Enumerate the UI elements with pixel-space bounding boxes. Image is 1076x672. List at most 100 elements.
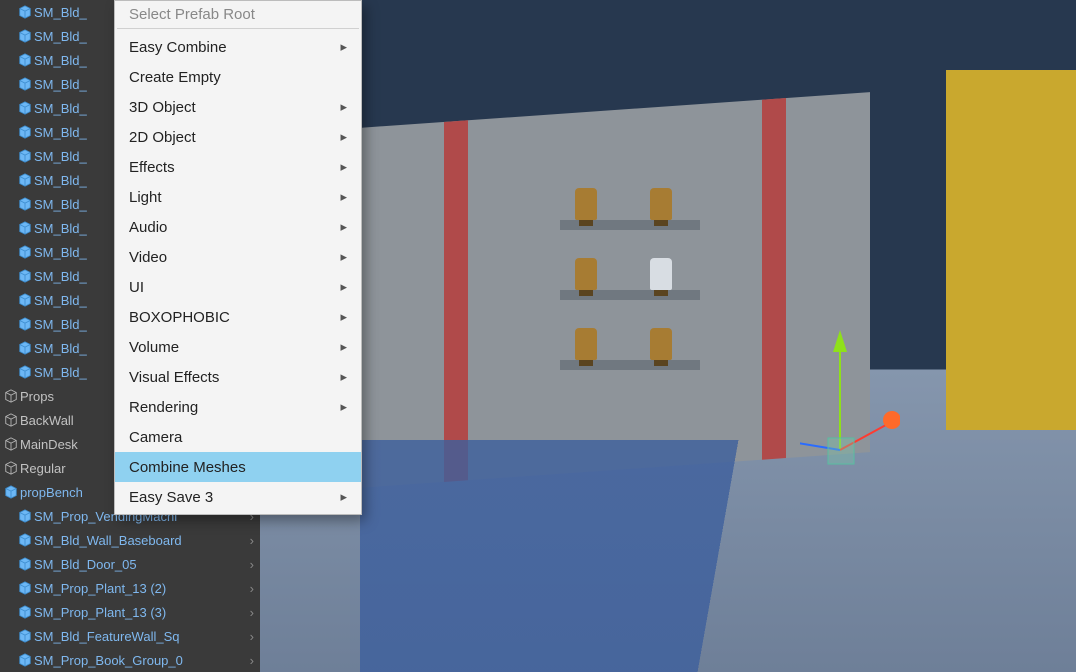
cube-icon — [18, 221, 32, 235]
hierarchy-item-label: SM_Bld_ — [34, 221, 87, 236]
cube-icon — [18, 173, 32, 187]
menu-item[interactable]: Create Empty — [115, 62, 361, 92]
chevron-right-icon: › — [250, 605, 254, 620]
menu-item-label: Create Empty — [129, 69, 221, 86]
menu-item[interactable]: UI ▸ — [115, 272, 361, 302]
menu-item[interactable]: Easy Combine▸ — [115, 32, 361, 62]
hierarchy-item-label: SM_Prop_Plant_13 (2) — [34, 581, 166, 596]
hierarchy-item-label: SM_Bld_FeatureWall_Sq — [34, 629, 179, 644]
cube-icon — [18, 629, 32, 643]
hierarchy-item[interactable]: SM_Prop_Book_Group_0 › — [0, 648, 260, 672]
cube-icon — [18, 269, 32, 283]
hierarchy-item-label: propBench — [20, 485, 83, 500]
hierarchy-item-label: SM_Bld_Wall_Baseboard — [34, 533, 182, 548]
chevron-right-icon: › — [250, 533, 254, 548]
menu-item[interactable]: Light ▸ — [115, 182, 361, 212]
hierarchy-item-label: SM_Bld_ — [34, 293, 87, 308]
wall-stripe — [444, 120, 468, 482]
context-menu[interactable]: Select Prefab Root Easy Combine▸ Create E… — [114, 0, 362, 515]
menu-item[interactable]: Visual Effects▸ — [115, 362, 361, 392]
menu-item-label: UI — [129, 279, 144, 296]
hierarchy-item-label: SM_Bld_ — [34, 173, 87, 188]
hierarchy-item-label: Regular — [20, 461, 66, 476]
menu-item-label: Combine Meshes — [129, 459, 246, 476]
menu-item[interactable]: Audio ▸ — [115, 212, 361, 242]
menu-item[interactable]: Effects▸ — [115, 152, 361, 182]
hierarchy-item-label: Props — [20, 389, 54, 404]
hierarchy-item-label: SM_Bld_ — [34, 53, 87, 68]
cube-icon — [18, 341, 32, 355]
menu-item-truncated[interactable]: Select Prefab Root — [115, 3, 361, 25]
hierarchy-item-label: SM_Bld_ — [34, 77, 87, 92]
menu-item[interactable]: 3D Object ▸ — [115, 92, 361, 122]
menu-separator — [117, 28, 359, 29]
menu-item-label: Camera — [129, 429, 182, 446]
scene-trophy — [650, 328, 672, 360]
menu-item-label: Visual Effects — [129, 369, 219, 386]
submenu-arrow-icon: ▸ — [340, 489, 347, 505]
submenu-arrow-icon: ▸ — [340, 339, 347, 355]
cube-outline-icon — [4, 461, 18, 475]
cube-icon — [18, 77, 32, 91]
cube-icon — [18, 509, 32, 523]
menu-item-label: Light — [129, 189, 162, 206]
hierarchy-item-label: SM_Bld_ — [34, 365, 87, 380]
hierarchy-item-label: SM_Bld_ — [34, 197, 87, 212]
menu-item-label: 2D Object — [129, 129, 196, 146]
wall-stripe — [762, 98, 786, 460]
menu-item-label: Video — [129, 249, 167, 266]
hierarchy-item-label: SM_Bld_ — [34, 101, 87, 116]
menu-item[interactable]: Easy Save 3 ▸ — [115, 482, 361, 512]
cube-icon — [18, 533, 32, 547]
hierarchy-item-label: SM_Bld_ — [34, 149, 87, 164]
scene-floor-shadow — [360, 440, 1076, 672]
hierarchy-item[interactable]: SM_Prop_Plant_13 (2) › — [0, 576, 260, 600]
submenu-arrow-icon: ▸ — [340, 99, 347, 115]
hierarchy-item[interactable]: SM_Bld_Wall_Baseboard › — [0, 528, 260, 552]
menu-item-label: Rendering — [129, 399, 198, 416]
cube-icon — [18, 101, 32, 115]
hierarchy-item-label: SM_Bld_ — [34, 269, 87, 284]
cube-icon — [18, 605, 32, 619]
hierarchy-item-label: SM_Bld_ — [34, 245, 87, 260]
cube-icon — [18, 293, 32, 307]
cube-outline-icon — [4, 389, 18, 403]
menu-item-label: Audio — [129, 219, 167, 236]
chevron-right-icon: › — [250, 629, 254, 644]
menu-item[interactable]: Camera — [115, 422, 361, 452]
scene-building — [946, 70, 1076, 430]
submenu-arrow-icon: ▸ — [340, 129, 347, 145]
menu-item[interactable]: BOXOPHOBIC▸ — [115, 302, 361, 332]
hierarchy-item-label: SM_Bld_ — [34, 5, 87, 20]
menu-item[interactable]: Volume▸ — [115, 332, 361, 362]
hierarchy-item[interactable]: SM_Prop_Plant_13 (3)› — [0, 600, 260, 624]
scene-trophy — [650, 188, 672, 220]
submenu-arrow-icon: ▸ — [340, 39, 347, 55]
menu-item[interactable]: 2D Object ▸ — [115, 122, 361, 152]
cube-icon — [18, 317, 32, 331]
hierarchy-item-label: SM_Bld_Door_05 — [34, 557, 137, 572]
cube-icon — [18, 5, 32, 19]
scene-trophy — [575, 258, 597, 290]
menu-item-label: 3D Object — [129, 99, 196, 116]
submenu-arrow-icon: ▸ — [340, 279, 347, 295]
menu-item[interactable]: Video▸ — [115, 242, 361, 272]
hierarchy-item[interactable]: SM_Bld_FeatureWall_Sq › — [0, 624, 260, 648]
cube-icon — [18, 245, 32, 259]
hierarchy-item-label: SM_Bld_ — [34, 341, 87, 356]
hierarchy-item-label: SM_Bld_ — [34, 317, 87, 332]
cube-icon — [18, 149, 32, 163]
cube-icon — [4, 485, 18, 499]
hierarchy-item[interactable]: SM_Bld_Door_05› — [0, 552, 260, 576]
menu-item-label: Easy Save 3 — [129, 489, 213, 506]
chevron-right-icon: › — [250, 581, 254, 596]
scene-trophy — [650, 258, 672, 290]
submenu-arrow-icon: ▸ — [340, 189, 347, 205]
submenu-arrow-icon: ▸ — [340, 309, 347, 325]
submenu-arrow-icon: ▸ — [340, 219, 347, 235]
menu-item[interactable]: Rendering▸ — [115, 392, 361, 422]
menu-item[interactable]: Combine Meshes — [115, 452, 361, 482]
menu-item-label: Effects — [129, 159, 175, 176]
hierarchy-item-label: SM_Prop_Book_Group_0 — [34, 653, 183, 668]
chevron-right-icon: › — [250, 653, 254, 668]
